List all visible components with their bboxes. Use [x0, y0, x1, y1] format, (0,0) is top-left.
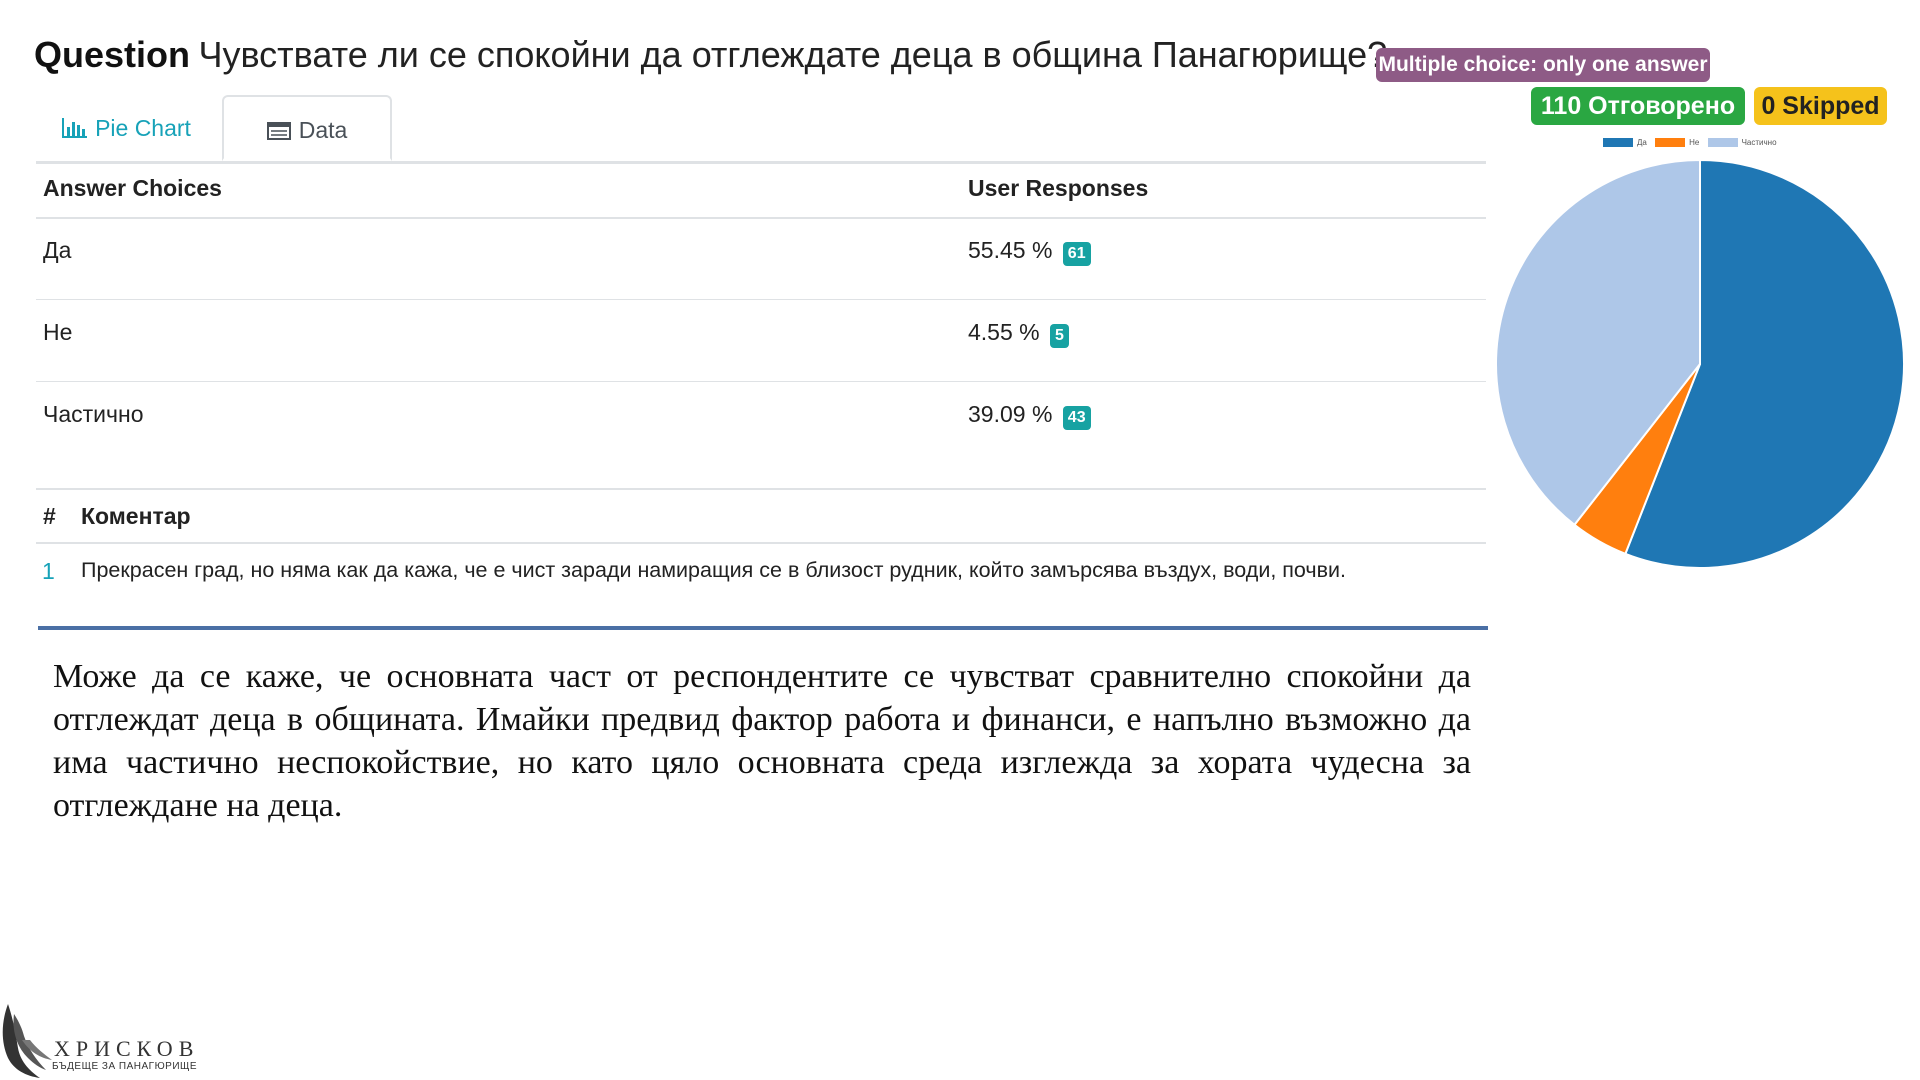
legend-item: Да — [1603, 138, 1647, 148]
response-percent: 4.55 % — [968, 319, 1040, 345]
response-value: 39.09 % 43 — [968, 401, 1091, 430]
question-text: Чувствате ли се спокойни да отглеждате д… — [198, 34, 1388, 75]
tab-data[interactable]: Data — [222, 95, 392, 161]
question-type-badge: Multiple choice: only one answer — [1376, 48, 1710, 82]
question-header: Question Чувствате ли се спокойни да отг… — [34, 34, 1387, 76]
chart-legend: Да Не Частично — [1603, 138, 1783, 150]
table-header-row: Answer Choices User Responses — [36, 165, 1486, 219]
skipped-badge: 0 Skipped — [1754, 87, 1887, 125]
legend-label: Частично — [1741, 138, 1777, 147]
legend-swatch — [1655, 138, 1686, 148]
tab-pie-chart-label: Pie Chart — [95, 115, 191, 141]
header-answer-choices: Answer Choices — [43, 175, 222, 201]
table-row: Да 55.45 % 61 — [36, 219, 1486, 300]
choice-label: Частично — [43, 401, 144, 427]
comment-row: 1 Прекрасен град, но няма как да кажа, ч… — [36, 552, 1496, 592]
table-row: Не 4.55 % 5 — [36, 301, 1486, 382]
answered-badge: 110 Отговорено — [1531, 87, 1745, 125]
tab-pie-chart[interactable]: Pie Chart — [36, 95, 216, 161]
header-user-responses: User Responses — [968, 175, 1149, 201]
legend-swatch — [1707, 138, 1738, 148]
response-count-badge: 5 — [1050, 323, 1069, 348]
response-percent: 39.09 % — [968, 401, 1053, 427]
legend-label: Не — [1689, 138, 1700, 147]
legend-swatch — [1603, 138, 1633, 148]
comment-number-header: # — [43, 503, 56, 529]
summary-paragraph: Може да се каже, че основната част от ре… — [53, 658, 1471, 824]
logo-name: ХРИСКОВ — [54, 1036, 200, 1061]
logo-subtitle: БЪДЕЩЕ ЗА ПАНАГЮРИЩЕ — [52, 1061, 198, 1072]
legend-label: Да — [1637, 138, 1647, 147]
legend-item: Не — [1655, 138, 1700, 148]
comment-text-header: Коментар — [81, 503, 191, 529]
choice-label: Да — [43, 237, 72, 263]
eagle-wing-icon — [2, 1004, 52, 1078]
bar-chart-icon — [61, 97, 88, 163]
response-value: 55.45 % 61 — [968, 237, 1091, 266]
response-value: 4.55 % 5 — [968, 319, 1069, 348]
legend-item: Частично — [1707, 138, 1777, 148]
response-percent: 55.45 % — [968, 237, 1053, 263]
table-icon — [266, 99, 291, 165]
pie-chart — [1495, 158, 1905, 569]
tab-data-label: Data — [298, 117, 348, 143]
question-label: Question — [34, 34, 191, 75]
response-count-badge: 61 — [1062, 241, 1091, 266]
choice-label: Не — [43, 319, 73, 345]
comment-text: Прекрасен град, но няма как да кажа, че … — [81, 558, 1347, 582]
table-row: Частично 39.09 % 43 — [36, 383, 1486, 481]
comment-number: 1 — [42, 558, 55, 584]
view-tabs: Pie Chart Data — [36, 95, 1486, 164]
response-count-badge: 43 — [1062, 405, 1091, 430]
comments-header: # Коментар — [36, 488, 1486, 544]
logo: ХРИСКОВ БЪДЕЩЕ ЗА ПАНАГЮРИЩЕ — [0, 1000, 200, 1080]
section-divider — [38, 626, 1488, 630]
